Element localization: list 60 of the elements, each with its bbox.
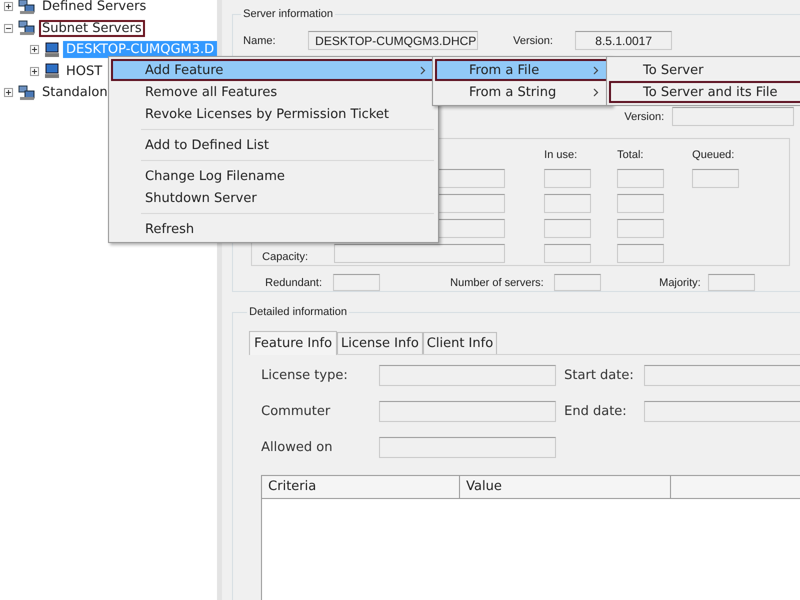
- usage-field: [692, 169, 740, 188]
- redundant-field: [333, 274, 380, 291]
- name-field: DESKTOP-CUMQGM3.DHCP: [308, 31, 478, 50]
- usage-field: [544, 244, 592, 263]
- expand-toggle-icon[interactable]: [4, 88, 13, 98]
- field-label: Number of servers:: [450, 276, 545, 288]
- server-group-icon: [18, 0, 36, 15]
- usage-field: [544, 194, 592, 213]
- tree-item[interactable]: Subnet Servers: [39, 20, 145, 37]
- menu-item[interactable]: Remove all Features: [111, 81, 436, 103]
- column-header[interactable]: Criteria: [262, 476, 460, 498]
- majority-field: [708, 274, 756, 291]
- menu-item[interactable]: Change Log Filename: [111, 165, 436, 187]
- expand-toggle-icon[interactable]: [4, 2, 13, 12]
- group-title: Detailed information: [248, 306, 348, 318]
- field-label: Allowed on: [261, 440, 334, 455]
- field-label: License type:: [261, 368, 349, 383]
- field-label: Majority:: [659, 276, 702, 288]
- menu-item[interactable]: From a File: [435, 59, 609, 81]
- computer-icon: [44, 42, 60, 58]
- expand-toggle-icon[interactable]: [30, 66, 39, 76]
- column-label: Queued:: [692, 149, 736, 163]
- menu-item[interactable]: To Server and its File: [609, 81, 800, 103]
- field-label: Capacity:: [262, 251, 310, 263]
- servers-field: [554, 274, 602, 291]
- usage-field: [544, 219, 592, 238]
- column-label: In use:: [544, 149, 578, 163]
- tab[interactable]: Client Info: [422, 332, 498, 354]
- usage-field: [544, 169, 592, 188]
- server-group-icon: [18, 20, 36, 36]
- column-label: Total:: [617, 149, 644, 163]
- computer-icon: [44, 63, 60, 80]
- usage-field: [617, 219, 664, 238]
- usage-field: [617, 169, 664, 188]
- usage-field: [617, 244, 664, 263]
- field-label: Commuter: [261, 404, 332, 419]
- field-label: Version:: [513, 34, 554, 46]
- field-label: Start date:: [564, 368, 635, 383]
- field-label: End date:: [564, 404, 628, 419]
- menu-item[interactable]: From a String: [435, 81, 609, 103]
- field-label: Redundant:: [265, 276, 324, 288]
- server-group-icon: [18, 84, 36, 101]
- usage-field: [617, 194, 664, 213]
- field-label: Version:: [624, 110, 664, 122]
- group-title: Server information: [242, 8, 334, 20]
- tree-item[interactable]: Defined Servers: [39, 0, 150, 16]
- tree-item[interactable]: HOST: [63, 62, 106, 80]
- menu-item[interactable]: Refresh: [111, 218, 436, 240]
- version-field: 8.5.1.0017: [575, 31, 672, 50]
- tree-item[interactable]: Standalon: [39, 84, 111, 102]
- menu-item[interactable]: Add to Defined List: [111, 134, 436, 156]
- tab[interactable]: License Info: [337, 332, 423, 354]
- menu-item[interactable]: Shutdown Server: [111, 187, 436, 209]
- column-header[interactable]: Value: [460, 476, 672, 498]
- expand-toggle-icon[interactable]: [30, 45, 39, 54]
- field-label: Name:: [243, 34, 277, 46]
- menu-item[interactable]: To Server: [609, 59, 800, 81]
- menu-item[interactable]: Revoke Licenses by Permission Ticket: [111, 103, 436, 125]
- tab[interactable]: Feature Info: [249, 331, 338, 355]
- expand-toggle-icon[interactable]: [4, 24, 13, 33]
